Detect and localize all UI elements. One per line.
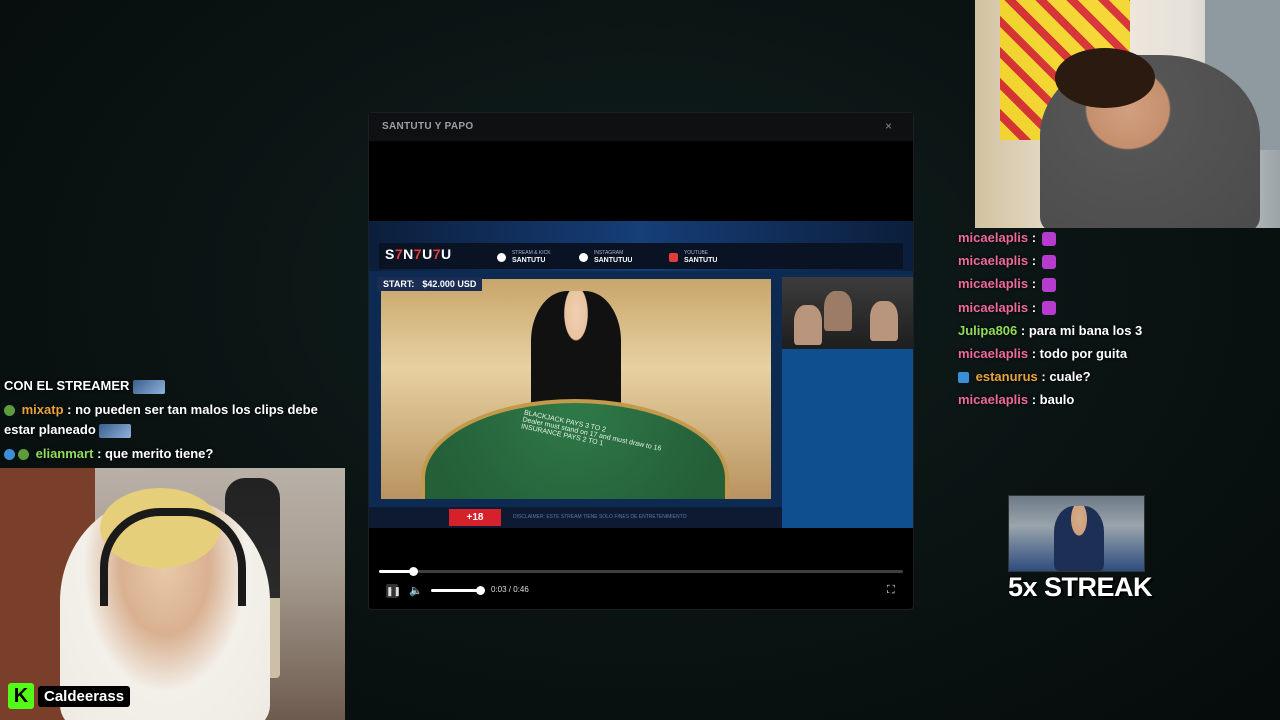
instagram-icon bbox=[579, 252, 588, 262]
progress-fill bbox=[379, 570, 413, 573]
social-x: STREAM & KICK SANTUTU bbox=[497, 249, 551, 265]
start-label: START: bbox=[383, 279, 415, 289]
streamer-name: Caldeerass bbox=[38, 685, 131, 707]
dealer-figure bbox=[531, 291, 621, 416]
badge-icon bbox=[18, 449, 29, 461]
fullscreen-icon[interactable]: ⛶ bbox=[887, 584, 895, 597]
chat-line: micaelaplis : bbox=[958, 249, 1280, 272]
chat-message: : bbox=[1031, 276, 1037, 292]
chat-username[interactable]: micaelaplis bbox=[958, 253, 1028, 268]
chat-message: : bbox=[1031, 299, 1037, 315]
social-label: SANTUTU bbox=[683, 257, 718, 264]
chat-left: CON EL STREAMER mixatp : no pueden ser t… bbox=[0, 374, 345, 466]
emote-icon bbox=[1041, 231, 1056, 246]
chat-line: micaelaplis : bbox=[958, 296, 1280, 319]
volume-handle[interactable] bbox=[476, 586, 485, 595]
headset-icon bbox=[100, 508, 246, 606]
video-side-panel bbox=[782, 349, 913, 528]
chat-username[interactable]: estanurus bbox=[976, 369, 1038, 384]
blackjack-table-scene: BLACKJACK PAYS 3 TO 2 Dealer must stand … bbox=[381, 279, 771, 499]
chat-username[interactable]: micaelaplis bbox=[958, 300, 1028, 315]
chat-username[interactable]: elianmart bbox=[36, 446, 94, 461]
streak-label: 5x STREAK bbox=[1008, 572, 1153, 602]
chat-right: micaelaplis : micaelaplis : micaelaplis … bbox=[958, 226, 1280, 412]
streak-image bbox=[1008, 495, 1145, 572]
chat-username[interactable]: mixatp bbox=[22, 402, 64, 417]
table-felt bbox=[421, 399, 729, 499]
youtube-icon bbox=[669, 252, 678, 262]
emote-icon bbox=[1041, 254, 1056, 269]
badge-icon bbox=[4, 449, 15, 461]
chat-username[interactable]: micaelaplis bbox=[958, 230, 1028, 245]
chat-line: mixatp : no pueden ser tan malos los cli… bbox=[0, 398, 345, 442]
chat-line: Julipa806 : para mi bana los 3 bbox=[958, 319, 1280, 342]
clip-modal: SANTUTU Y PAPO × S7N7U7U STREAM & KICK S… bbox=[368, 112, 914, 610]
streamer-name-tag: K Caldeerass bbox=[8, 683, 131, 709]
pause-button[interactable]: ❚❚ bbox=[386, 584, 401, 598]
age-badge: +18 bbox=[449, 509, 501, 526]
person-figure bbox=[870, 301, 898, 341]
modal-title: SANTUTU Y PAPO bbox=[382, 121, 474, 132]
volume-icon[interactable]: 🔈 bbox=[409, 584, 423, 597]
streamer-webcam-right bbox=[975, 0, 1280, 228]
chat-message: : cuale? bbox=[1041, 369, 1091, 385]
social-label: SANTUTU bbox=[511, 257, 546, 264]
chat-username[interactable]: micaelaplis bbox=[958, 346, 1028, 361]
chat-username[interactable]: micaelaplis bbox=[958, 276, 1028, 291]
chat-line: estanurus : cuale? bbox=[958, 365, 1280, 388]
chat-line: CON EL STREAMER bbox=[0, 374, 345, 398]
x-icon bbox=[497, 252, 506, 262]
social-caption: INSTAGRAM bbox=[593, 250, 624, 256]
progress-track[interactable] bbox=[379, 570, 903, 573]
chat-line: micaelaplis : todo por guita bbox=[958, 342, 1280, 365]
social-label: SANTUTUU bbox=[593, 257, 633, 264]
person-figure bbox=[1054, 506, 1104, 571]
chat-line: micaelaplis : bbox=[958, 272, 1280, 295]
chat-message: : todo por guita bbox=[1031, 346, 1128, 362]
chat-line: elianmart : que merito tiene? bbox=[0, 442, 345, 466]
badge-icon bbox=[958, 372, 969, 384]
kick-logo-icon: K bbox=[8, 683, 34, 709]
close-icon[interactable]: × bbox=[885, 119, 892, 133]
chat-username[interactable]: micaelaplis bbox=[958, 392, 1028, 407]
emote-icon bbox=[99, 423, 132, 438]
social-caption: YOUTUBE bbox=[683, 250, 709, 256]
disclaimer-text: DISCLAIMER: ESTE STREAM TIENE SOLO FINES… bbox=[513, 514, 687, 520]
social-instagram: INSTAGRAM SANTUTUU bbox=[579, 249, 632, 265]
emote-icon bbox=[1041, 301, 1056, 316]
chat-message: : bbox=[1031, 230, 1037, 245]
chat-message: : para mi bana los 3 bbox=[1020, 322, 1143, 338]
person-figure bbox=[794, 305, 822, 345]
social-youtube: YOUTUBE SANTUTU bbox=[669, 249, 717, 265]
person-figure bbox=[824, 291, 852, 331]
chat-message: : baulo bbox=[1031, 392, 1075, 408]
emote-icon bbox=[1041, 277, 1056, 292]
start-banner: START: $42.000 USD bbox=[377, 277, 483, 291]
brand-logo: S7N7U7U bbox=[385, 246, 452, 262]
start-amount: $42.000 USD bbox=[422, 279, 477, 289]
chat-username[interactable]: Julipa806 bbox=[958, 323, 1017, 338]
chat-message: : que merito tiene? bbox=[97, 446, 214, 461]
chat-line: micaelaplis : baulo bbox=[958, 388, 1280, 411]
badge-icon bbox=[4, 405, 15, 417]
emote-icon bbox=[133, 379, 166, 394]
time-display: 0:03 / 0:46 bbox=[491, 585, 529, 594]
streamer-hair bbox=[1055, 48, 1155, 108]
chat-message: CON EL STREAMER bbox=[4, 378, 130, 393]
video-frame[interactable]: S7N7U7U STREAM & KICK SANTUTU INSTAGRAM … bbox=[369, 221, 913, 528]
video-header-bar bbox=[379, 243, 903, 269]
social-caption: STREAM & KICK bbox=[511, 250, 551, 256]
video-webcam-inset bbox=[782, 277, 913, 349]
chat-line: micaelaplis : bbox=[958, 226, 1280, 249]
progress-handle[interactable] bbox=[409, 567, 418, 576]
chat-message: : bbox=[1031, 253, 1037, 269]
